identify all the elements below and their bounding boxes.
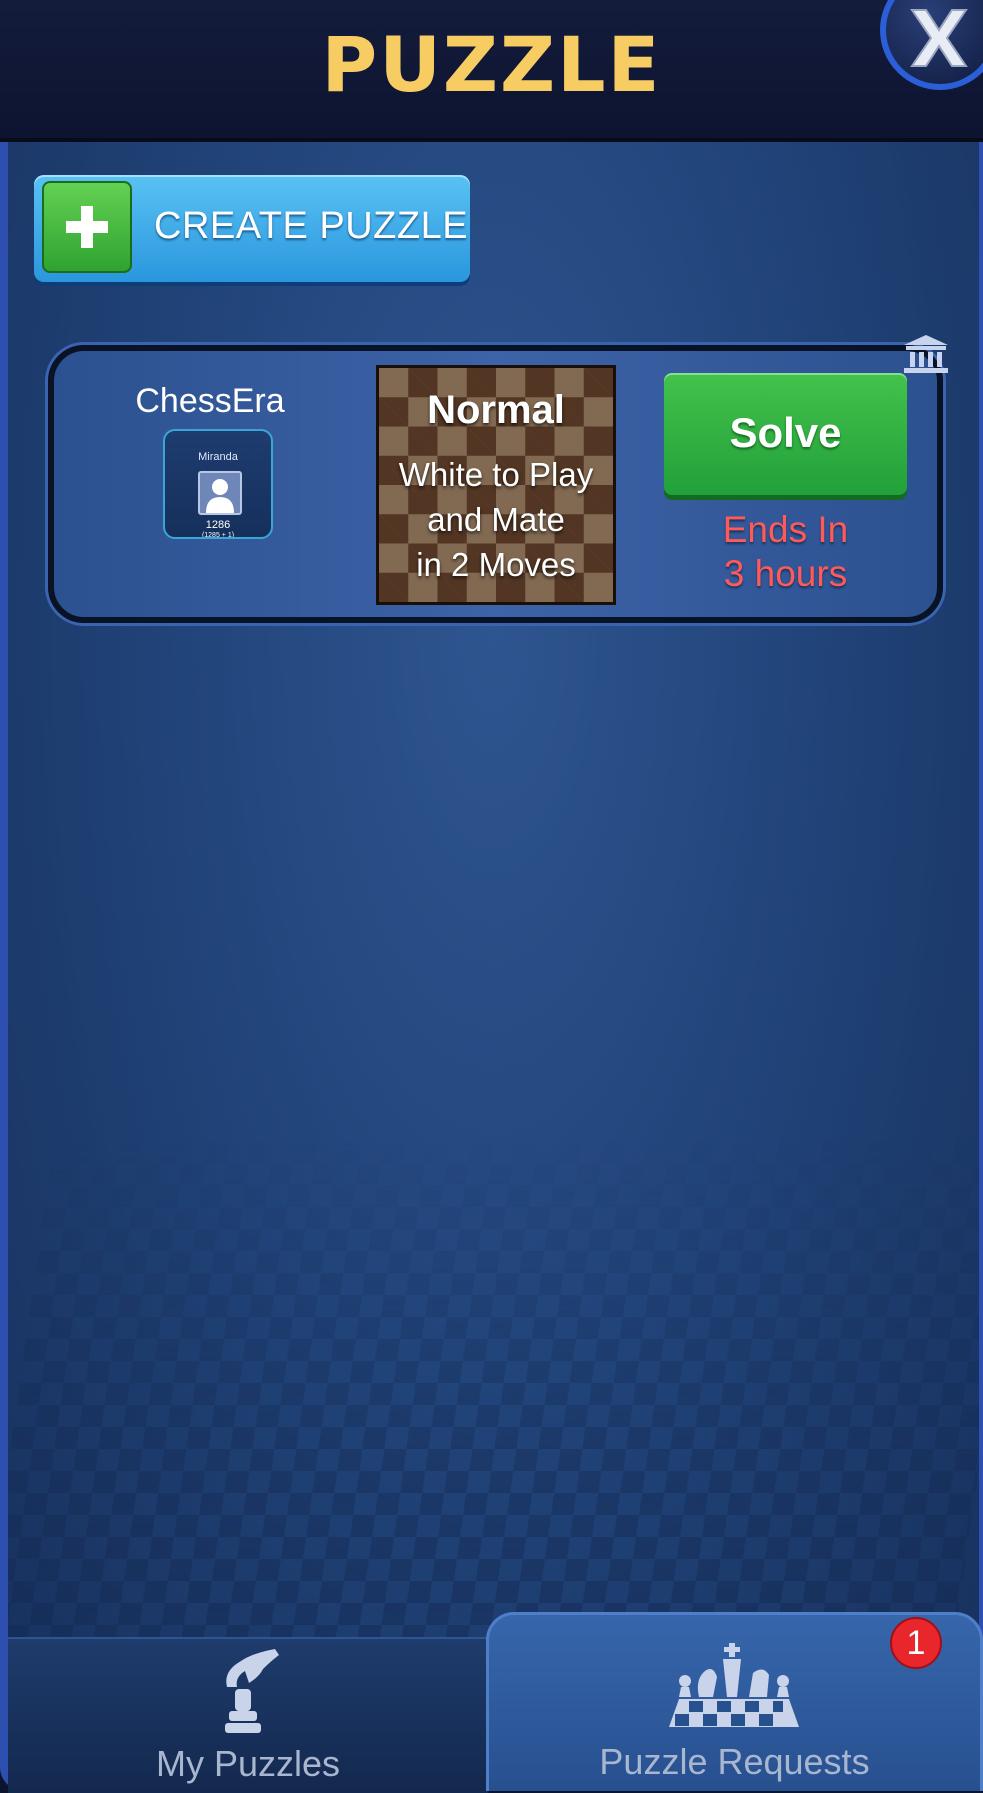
- bank-icon[interactable]: [902, 333, 950, 379]
- bottom-tab-bar: My Puzzles Puzzle Requests: [0, 1612, 983, 1793]
- solve-button[interactable]: Solve: [664, 373, 907, 495]
- notification-badge: 1: [890, 1617, 942, 1669]
- puzzle-description-line-2: and Mate: [427, 501, 565, 538]
- solve-label: Solve: [729, 409, 842, 456]
- puzzle-board-preview[interactable]: Normal White to Play and Mate in 2 Moves: [376, 365, 616, 605]
- tab-my-puzzles-label: My Puzzles: [155, 1743, 341, 1784]
- tab-puzzle-requests-label: Puzzle Requests: [599, 1741, 870, 1782]
- ends-in-label: Ends In: [722, 509, 849, 550]
- ends-in-status: Ends In 3 hours: [664, 508, 907, 596]
- puzzle-description-line-1: White to Play: [398, 456, 594, 493]
- tab-my-puzzles[interactable]: My Puzzles: [8, 1637, 488, 1793]
- avatar-rating-detail: (1285 + 1): [201, 532, 235, 539]
- avatar-name: Miranda: [198, 451, 238, 463]
- puzzle-mode: Normal: [427, 388, 565, 432]
- ends-in-time: 3 hours: [723, 553, 848, 594]
- avatar[interactable]: Miranda 1286 (1285 + 1): [163, 429, 273, 539]
- chess-pieces-icon: [669, 1643, 799, 1731]
- opponent-name: ChessEra: [135, 382, 285, 420]
- create-puzzle-label: CREATE PUZZLE: [154, 205, 469, 247]
- create-puzzle-button[interactable]: CREATE PUZZLE: [34, 175, 470, 282]
- page-title: PUZZLE: [321, 20, 662, 109]
- puzzle-description-line-3: in 2 Moves: [416, 546, 576, 583]
- header-bar: PUZZLE: [0, 0, 983, 142]
- user-silhouette-icon: [198, 471, 242, 515]
- knight-hand-icon: [213, 1647, 285, 1743]
- plus-icon: [42, 181, 132, 273]
- avatar-rating: 1286: [205, 519, 231, 531]
